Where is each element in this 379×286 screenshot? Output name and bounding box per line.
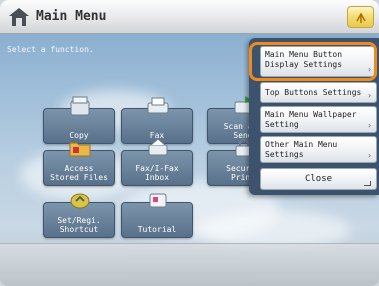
fax-icon [147,97,169,114]
button-label: Other Main Menu Settings [265,140,338,159]
other-main-menu-settings-button[interactable]: Other Main Menu Settings › [260,136,377,163]
tile-label: Tutorial [137,225,177,234]
chevron-right-icon: › [367,151,372,160]
main-menu-wallpaper-setting-button[interactable]: Main Menu Wallpaper Setting › [260,106,377,133]
return-arrow-icon [356,12,366,23]
close-label: Close [304,174,333,184]
main-menu-screen: Main Menu Select a function. Copy Fax Sc… [0,0,379,286]
tile-label: Fax/I-Fax Inbox [135,164,179,182]
footer-bar [0,243,379,286]
tile-label: Access Stored Files [50,164,108,182]
tile-tutorial[interactable]: Tutorial [121,193,193,238]
close-button[interactable]: Close [260,168,377,190]
button-label: Main Menu Wallpaper Setting [265,110,357,129]
home-icon[interactable] [8,7,30,27]
button-label: Top Buttons Settings [265,88,362,97]
page-title: Main Menu [36,9,107,24]
copier-icon [70,96,90,116]
return-corner-icon [364,181,371,186]
inbox-icon [148,138,168,156]
chevron-right-icon: › [367,121,372,130]
selection-highlight [249,42,377,81]
tile-label: Set/Regi. Shortcut [57,216,101,234]
tile-access-stored-files[interactable]: Access Stored Files [43,142,115,186]
shortcut-icon [70,193,90,209]
tutorial-icon [149,193,167,208]
top-buttons-settings-button[interactable]: Top Buttons Settings › [260,82,377,103]
chevron-right-icon: › [367,91,372,100]
header-bar: Main Menu [0,0,379,34]
folder-icon [69,142,91,157]
tile-set-regi-shortcut[interactable]: Set/Regi. Shortcut [43,193,115,238]
instruction-text: Select a function. [7,45,94,54]
back-button[interactable] [347,6,374,28]
tile-fax-ifax-inbox[interactable]: Fax/I-Fax Inbox [121,138,193,186]
